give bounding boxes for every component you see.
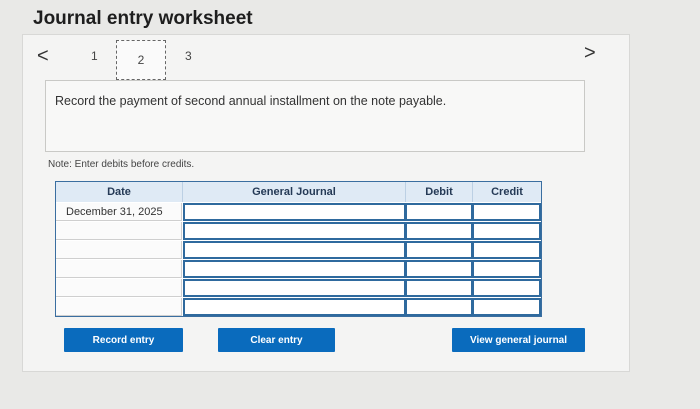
table-row — [56, 222, 541, 241]
credit-input[interactable] — [472, 203, 541, 221]
table-row — [56, 298, 541, 317]
account-input[interactable] — [183, 279, 406, 297]
debit-input[interactable] — [405, 222, 473, 240]
account-input[interactable] — [183, 222, 406, 240]
credit-input[interactable] — [472, 241, 541, 259]
account-input[interactable] — [183, 241, 406, 259]
credit-input[interactable] — [472, 260, 541, 278]
page-tab-1[interactable]: 1 — [91, 49, 98, 63]
instruction-text: Record the payment of second annual inst… — [55, 94, 447, 108]
date-cell — [56, 260, 182, 278]
debit-input[interactable] — [405, 203, 473, 221]
table-row — [56, 241, 541, 260]
debit-input[interactable] — [405, 279, 473, 297]
worksheet-title: Journal entry worksheet — [33, 8, 253, 29]
chevron-left-icon[interactable]: < — [37, 45, 49, 68]
account-input[interactable] — [183, 298, 406, 316]
table-row — [56, 260, 541, 279]
table-row: December 31, 2025 — [56, 203, 541, 222]
view-general-journal-button[interactable]: View general journal — [452, 328, 585, 352]
header-credit: Credit — [473, 182, 541, 202]
page-tab-2-active[interactable]: 2 — [116, 40, 166, 80]
record-entry-button[interactable]: Record entry — [64, 328, 183, 352]
header-general-journal: General Journal — [183, 182, 406, 202]
account-input[interactable] — [183, 203, 406, 221]
credit-input[interactable] — [472, 222, 541, 240]
debit-input[interactable] — [405, 260, 473, 278]
journal-table: Date General Journal Debit Credit Decemb… — [55, 181, 542, 317]
clear-entry-button[interactable]: Clear entry — [218, 328, 335, 352]
page-tab-3[interactable]: 3 — [185, 49, 192, 63]
date-cell — [56, 298, 182, 316]
credit-input[interactable] — [472, 298, 541, 316]
instruction-box: Record the payment of second annual inst… — [45, 80, 585, 152]
date-cell — [56, 241, 182, 259]
credit-input[interactable] — [472, 279, 541, 297]
account-input[interactable] — [183, 260, 406, 278]
date-cell — [56, 279, 182, 297]
table-row — [56, 279, 541, 298]
date-cell: December 31, 2025 — [56, 203, 182, 221]
header-debit: Debit — [406, 182, 473, 202]
debit-input[interactable] — [405, 241, 473, 259]
debit-input[interactable] — [405, 298, 473, 316]
chevron-right-icon[interactable]: > — [584, 42, 596, 65]
header-date: Date — [56, 182, 183, 202]
date-cell — [56, 222, 182, 240]
debits-note: Note: Enter debits before credits. — [48, 159, 195, 170]
